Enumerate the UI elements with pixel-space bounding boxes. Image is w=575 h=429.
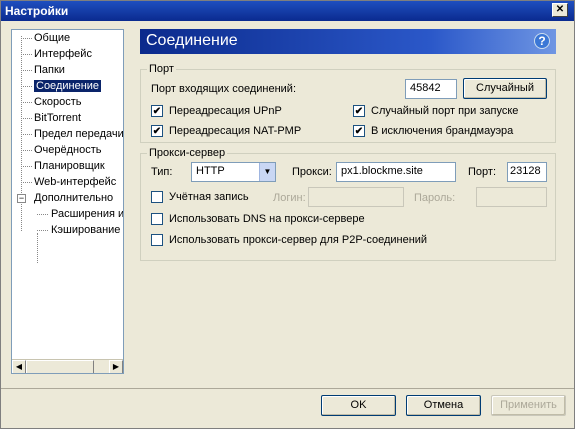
password-input[interactable] bbox=[476, 187, 547, 207]
proxy-port-label: Порт: bbox=[468, 166, 496, 178]
incoming-port-label: Порт входящих соединений: bbox=[151, 83, 297, 95]
window-title: Настройки bbox=[5, 4, 69, 18]
cancel-button[interactable]: Отмена bbox=[406, 395, 481, 416]
port-group-legend: Порт bbox=[147, 63, 176, 75]
login-input[interactable] bbox=[308, 187, 404, 207]
horizontal-scrollbar[interactable]: ◀ ▶ bbox=[12, 359, 123, 373]
sidebar-item-caching[interactable]: Кэширование bbox=[49, 223, 120, 238]
title-bar: Настройки ✕ bbox=[1, 1, 574, 21]
category-tree[interactable]: Общие Интерфейс Папки Соединение Скорост… bbox=[11, 29, 124, 374]
sidebar-item-extensions[interactable]: Расширения и bbox=[49, 207, 123, 222]
upnp-label: Переадресация UPnP bbox=[169, 105, 282, 117]
apply-button[interactable]: Применить bbox=[491, 395, 566, 416]
proxy-group-legend: Прокси-сервер bbox=[147, 147, 228, 159]
chevron-down-icon[interactable]: ▼ bbox=[259, 163, 275, 181]
proxy-type-select[interactable]: HTTP ▼ bbox=[191, 162, 276, 182]
proxy-type-value: HTTP bbox=[196, 165, 225, 177]
footer-separator bbox=[1, 388, 574, 389]
incoming-port-input[interactable]: 45842 bbox=[405, 79, 457, 99]
sidebar-item-bittorrent[interactable]: BitTorrent bbox=[32, 111, 81, 126]
proxy-p2p-label: Использовать прокси-сервер для P2P-соеди… bbox=[169, 234, 428, 246]
close-icon[interactable]: ✕ bbox=[552, 3, 568, 17]
sidebar-item-connection[interactable]: Соединение bbox=[34, 79, 102, 94]
scroll-right-icon[interactable]: ▶ bbox=[109, 360, 123, 373]
sidebar-item-transfer-cap[interactable]: Предел передачи bbox=[32, 127, 123, 142]
sidebar-item-speed[interactable]: Скорость bbox=[32, 95, 82, 110]
sidebar-item-advanced[interactable]: Дополнительно bbox=[32, 191, 113, 206]
random-port-button[interactable]: Случайный bbox=[463, 78, 547, 99]
sidebar-item-general[interactable]: Общие bbox=[32, 31, 70, 46]
upnp-checkbox[interactable] bbox=[151, 105, 163, 117]
firewall-exception-checkbox[interactable] bbox=[353, 125, 365, 137]
login-label: Логин: bbox=[273, 192, 306, 204]
proxy-dns-checkbox[interactable] bbox=[151, 213, 163, 225]
ok-button[interactable]: OK bbox=[321, 395, 396, 416]
proxy-host-label: Прокси: bbox=[292, 166, 332, 178]
firewall-exception-label: В исключения брандмауэра bbox=[371, 125, 514, 137]
natpmp-checkbox[interactable] bbox=[151, 125, 163, 137]
collapse-icon[interactable]: − bbox=[17, 194, 26, 203]
sidebar-item-folders[interactable]: Папки bbox=[32, 63, 65, 78]
proxy-port-input[interactable]: 23128 bbox=[507, 162, 547, 182]
scroll-left-icon[interactable]: ◀ bbox=[12, 360, 26, 373]
scroll-thumb[interactable] bbox=[26, 360, 94, 373]
proxy-p2p-checkbox[interactable] bbox=[151, 234, 163, 246]
sidebar-item-interface[interactable]: Интерфейс bbox=[32, 47, 92, 62]
proxy-dns-label: Использовать DNS на прокси-сервере bbox=[169, 213, 365, 225]
proxy-host-input[interactable]: px1.blockme.site bbox=[336, 162, 456, 182]
page-title: Соединение bbox=[146, 32, 238, 49]
proxy-auth-label: Учётная запись bbox=[169, 191, 249, 203]
random-port-on-start-checkbox[interactable] bbox=[353, 105, 365, 117]
help-icon[interactable]: ? bbox=[534, 33, 550, 49]
proxy-auth-checkbox[interactable] bbox=[151, 191, 163, 203]
proxy-type-label: Тип: bbox=[151, 166, 173, 178]
sidebar-item-queueing[interactable]: Очерёдность bbox=[32, 143, 102, 158]
sidebar-item-web-ui[interactable]: Web-интерфейс bbox=[32, 175, 116, 190]
sidebar-item-scheduler[interactable]: Планировщик bbox=[32, 159, 105, 174]
password-label: Пароль: bbox=[414, 192, 456, 204]
settings-window: Настройки ✕ Общие Интерфейс Папки Соедин… bbox=[0, 0, 575, 429]
page-header: Соединение ? bbox=[140, 29, 556, 54]
natpmp-label: Переадресация NAT-PMP bbox=[169, 125, 302, 137]
random-port-on-start-label: Случайный порт при запуске bbox=[371, 105, 519, 117]
